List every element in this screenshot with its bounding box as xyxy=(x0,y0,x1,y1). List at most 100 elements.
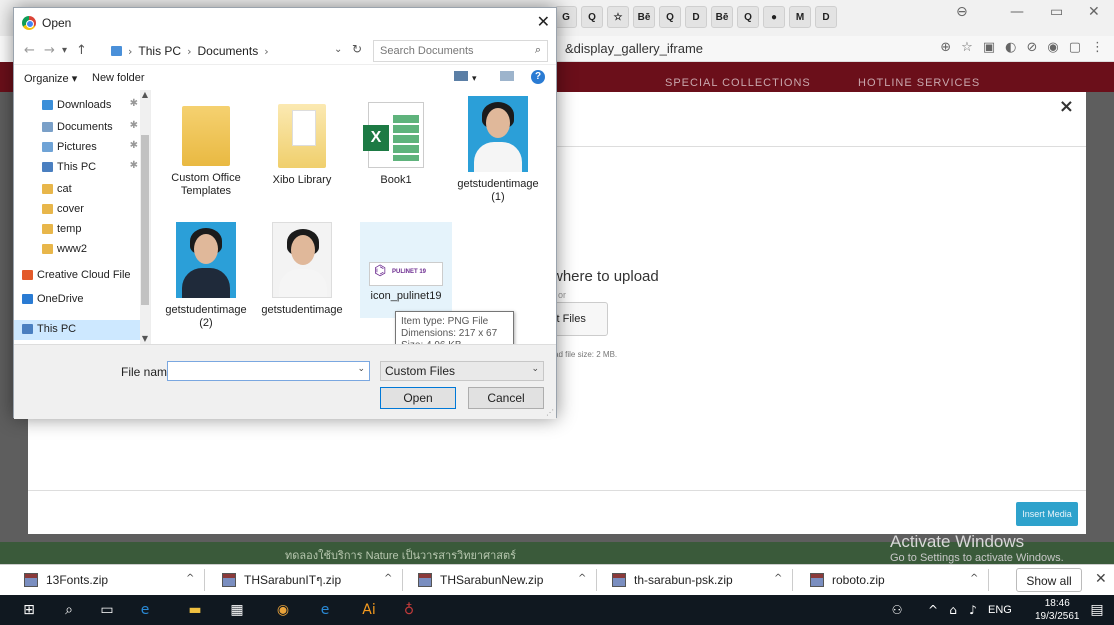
breadcrumb[interactable]: › This PC › Documents › xyxy=(106,40,366,62)
file-explorer-icon[interactable]: ▬ xyxy=(186,601,204,619)
menu-icon[interactable]: ⋮ xyxy=(1091,40,1104,55)
address-bar[interactable]: &display_gallery_iframe ⊕ ☆ ▣ ◐ ⊘ ◉ ▢ ⋮ xyxy=(555,36,1114,62)
app-icon[interactable]: ♁ xyxy=(400,601,418,619)
recent-dropdown-icon[interactable]: ▾ xyxy=(62,45,67,56)
file-type-select[interactable]: Custom Files ⌄ xyxy=(380,361,544,381)
view-dropdown-icon[interactable]: ▾ xyxy=(472,73,477,84)
cancel-button[interactable]: Cancel xyxy=(468,387,544,409)
organize-button[interactable]: Organize ▾ xyxy=(24,72,77,85)
browser-tab[interactable]: Q xyxy=(581,6,603,28)
scroll-up-icon[interactable]: ▲ xyxy=(140,90,150,100)
extension-icon[interactable]: ⊘ xyxy=(1026,40,1037,55)
sidebar-item[interactable]: cat xyxy=(14,180,146,200)
tray-chevron-icon[interactable]: ^ xyxy=(924,601,942,619)
resize-grip-icon[interactable]: ⋰ xyxy=(546,408,554,417)
breadcrumb-this-pc[interactable]: This PC xyxy=(138,44,181,58)
show-all-button[interactable]: Show all xyxy=(1016,568,1082,592)
chevron-up-icon[interactable]: ^ xyxy=(578,573,586,584)
volume-icon[interactable]: ♪ xyxy=(964,601,982,619)
extension-icon[interactable]: ◐ xyxy=(1005,40,1016,55)
search-input[interactable]: Search Documents ⌕ xyxy=(373,40,548,62)
browser-tab[interactable]: ● xyxy=(763,6,785,28)
chevron-down-icon[interactable]: ⌄ xyxy=(334,44,342,55)
browser-tab[interactable]: Q xyxy=(737,6,759,28)
chevron-up-icon[interactable]: ^ xyxy=(970,573,978,584)
browser-tab[interactable]: Q xyxy=(659,6,681,28)
browser-tab[interactable]: M xyxy=(789,6,811,28)
back-arrow-icon[interactable]: ← xyxy=(24,43,35,58)
sidebar-item[interactable]: temp xyxy=(14,220,146,240)
bookmark-star-icon[interactable]: ☆ xyxy=(961,40,973,55)
zoom-icon[interactable]: ⊕ xyxy=(940,40,951,55)
extension-icon[interactable]: ▢ xyxy=(1069,40,1081,55)
minimize-button[interactable]: — xyxy=(1010,4,1024,20)
new-folder-button[interactable]: New folder xyxy=(92,72,145,84)
people-icon[interactable]: ⚇ xyxy=(888,601,906,619)
extension-icon[interactable]: ▣ xyxy=(983,40,995,55)
file-item[interactable]: getstudentimage (2) xyxy=(160,222,252,340)
chevron-down-icon[interactable]: ⌄ xyxy=(357,364,365,374)
sidebar-item[interactable]: This PC xyxy=(14,320,146,340)
browser-tab[interactable]: ☆ xyxy=(607,6,629,28)
file-item[interactable]: getstudentimage (1) xyxy=(452,96,544,214)
scroll-thumb[interactable] xyxy=(141,135,149,305)
close-icon[interactable]: × xyxy=(1059,96,1074,117)
ie-icon[interactable]: e xyxy=(316,601,334,619)
download-item[interactable]: 13Fonts.zip xyxy=(24,565,108,595)
sidebar-item[interactable]: Documents ✱ xyxy=(14,118,146,138)
close-icon[interactable]: ✕ xyxy=(537,12,550,31)
nav-special-collections[interactable]: SPECIAL COLLECTIONS xyxy=(665,77,811,89)
scroll-down-icon[interactable]: ▼ xyxy=(140,334,150,344)
clock[interactable]: 18:46 19/3/2561 xyxy=(1035,597,1080,623)
notifications-icon[interactable]: ▤ xyxy=(1088,601,1106,619)
chevron-up-icon[interactable]: ^ xyxy=(384,573,392,584)
help-icon[interactable]: ? xyxy=(531,70,545,84)
sidebar-item[interactable]: Pictures ✱ xyxy=(14,138,146,158)
sidebar-item[interactable]: This PC ✱ xyxy=(14,158,146,178)
chevron-up-icon[interactable]: ^ xyxy=(774,573,782,584)
task-view-icon[interactable]: ▭ xyxy=(98,601,116,619)
chevron-down-icon[interactable]: ⌄ xyxy=(531,364,539,374)
language-indicator[interactable]: ENG xyxy=(988,604,1012,616)
browser-tab[interactable]: Bē xyxy=(711,6,733,28)
browser-tab[interactable]: D xyxy=(815,6,837,28)
nav-hotline-services[interactable]: HOTLINE SERVICES xyxy=(858,77,980,89)
file-item[interactable]: Custom Office Templates xyxy=(160,96,252,214)
file-name-field[interactable]: ⌄ xyxy=(167,361,370,381)
download-item[interactable]: THSarabunITๆ.zip xyxy=(222,565,341,595)
insert-media-button[interactable]: Insert Media xyxy=(1016,502,1078,526)
sidebar-item[interactable]: OneDrive xyxy=(14,290,146,310)
breadcrumb-documents[interactable]: Documents xyxy=(198,44,259,58)
download-item[interactable]: THSarabunNew.zip xyxy=(418,565,543,595)
calculator-icon[interactable]: ▦ xyxy=(228,601,246,619)
chevron-up-icon[interactable]: ^ xyxy=(186,573,194,584)
sidebar-item[interactable]: Creative Cloud File xyxy=(14,266,146,286)
file-item[interactable]: getstudentimage xyxy=(256,222,348,340)
preview-pane-icon[interactable] xyxy=(500,71,514,81)
sidebar-item[interactable]: cover xyxy=(14,200,146,220)
search-icon[interactable]: ⌕ xyxy=(60,601,78,619)
view-options-icon[interactable] xyxy=(454,71,468,81)
chrome-icon[interactable]: ◉ xyxy=(274,601,292,619)
start-windows-icon[interactable]: ⊞ xyxy=(20,601,38,619)
sidebar-item[interactable]: Downloads ✱ xyxy=(14,96,146,116)
close-icon[interactable]: ✕ xyxy=(1095,571,1107,587)
file-item[interactable]: X Book1 xyxy=(350,96,442,214)
open-button[interactable]: Open xyxy=(380,387,456,409)
browser-tab[interactable]: Bē xyxy=(633,6,655,28)
download-item[interactable]: th-sarabun-psk.zip xyxy=(612,565,733,595)
illustrator-icon[interactable]: Ai xyxy=(360,601,378,619)
extension-icon[interactable]: ◉ xyxy=(1047,40,1058,55)
sidebar-scrollbar[interactable]: ▲ ▼ xyxy=(140,90,150,344)
edge-icon[interactable]: e xyxy=(136,601,154,619)
refresh-icon[interactable]: ↻ xyxy=(352,42,362,56)
file-item[interactable]: PULINET 19 icon_pulinet19 xyxy=(360,222,452,318)
network-icon[interactable]: ⌂ xyxy=(944,601,962,619)
profile-icon[interactable]: ⊖ xyxy=(956,4,968,20)
browser-tab[interactable]: D xyxy=(685,6,707,28)
forward-arrow-icon[interactable]: → xyxy=(44,43,55,58)
close-window-button[interactable]: ✕ xyxy=(1088,4,1100,20)
sidebar-item[interactable]: www2 xyxy=(14,240,146,260)
file-item[interactable]: Xibo Library xyxy=(256,96,348,214)
maximize-button[interactable]: ▭ xyxy=(1050,4,1063,20)
